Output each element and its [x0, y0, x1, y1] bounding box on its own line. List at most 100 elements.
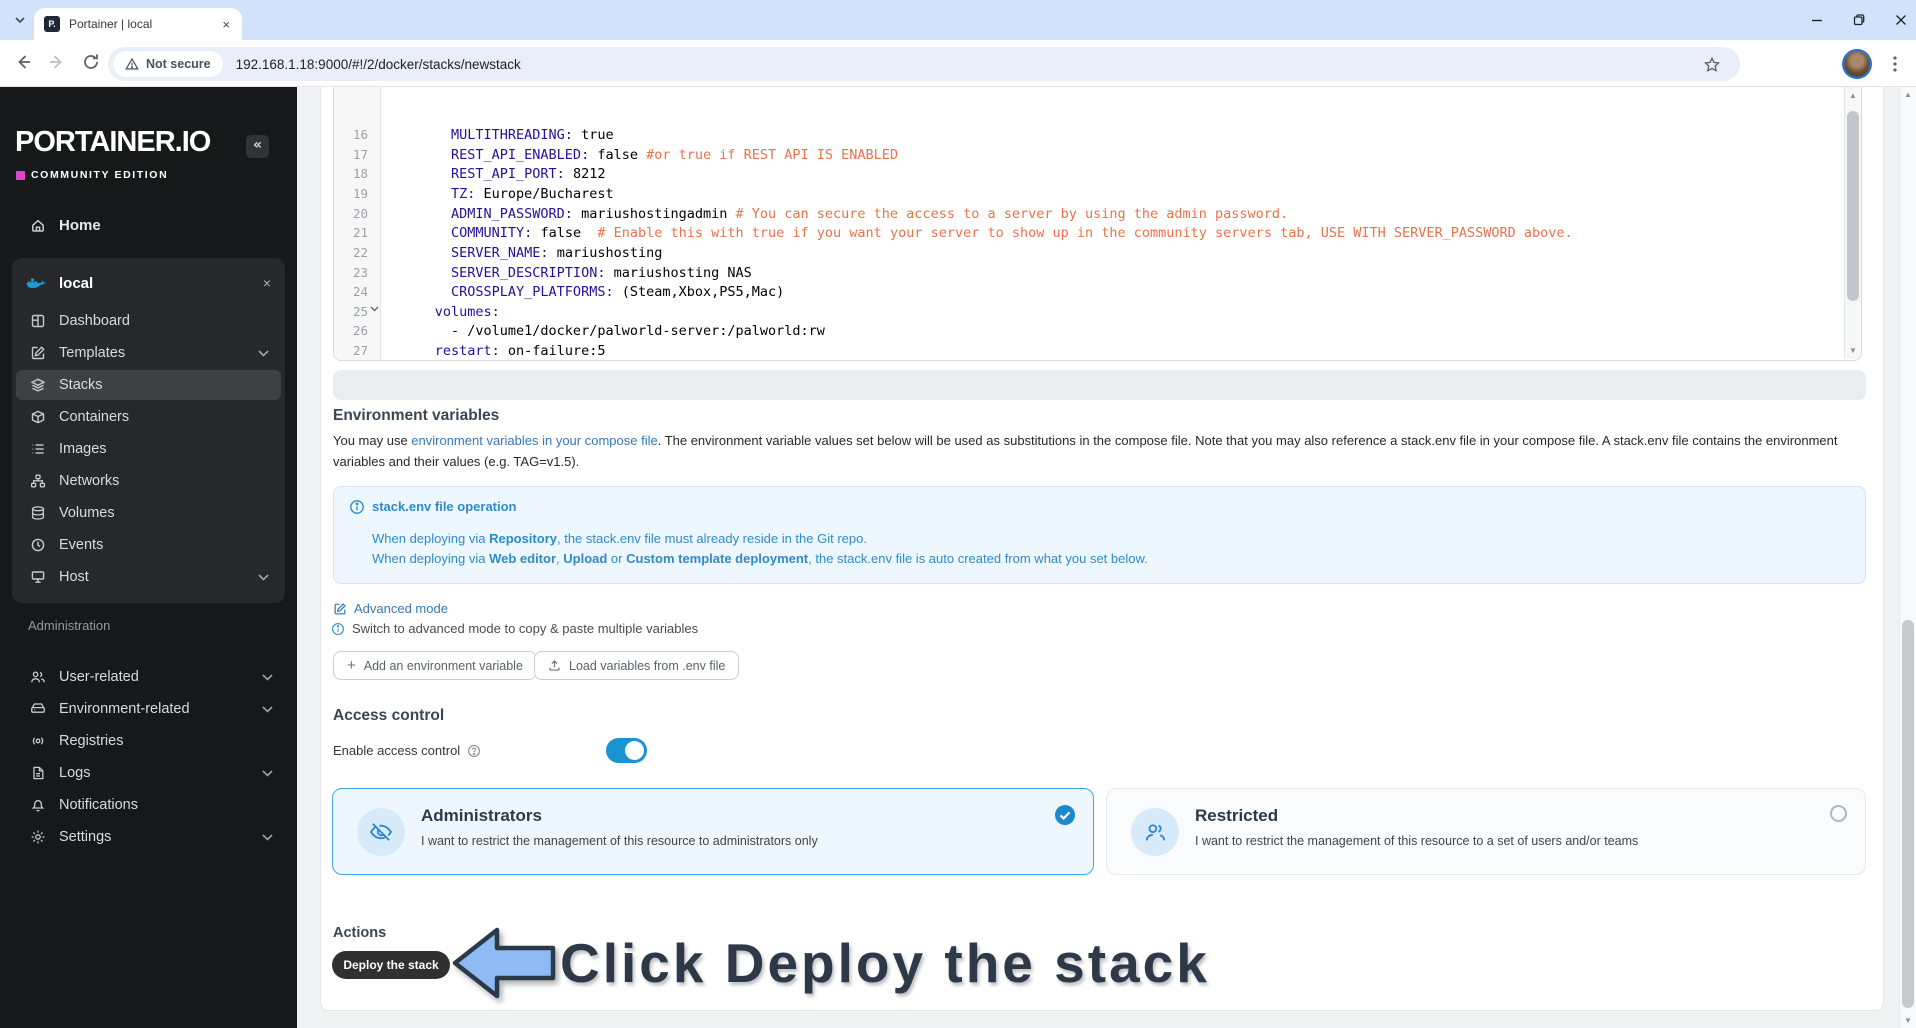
networks-icon [30, 473, 46, 489]
administration-section-label: Administration [28, 618, 111, 633]
users-group-icon [1131, 808, 1179, 856]
upload-icon [548, 659, 561, 672]
host-icon [30, 569, 46, 585]
templates-icon [30, 345, 46, 361]
sidebar-item-containers[interactable]: Containers [16, 402, 281, 432]
editor-scroll-thumb[interactable] [1847, 111, 1859, 301]
chevron-down-icon [262, 833, 273, 841]
access-control-toggle[interactable] [606, 738, 647, 763]
chevron-down-icon [258, 573, 269, 581]
portainer-favicon-icon: P. [44, 16, 60, 32]
scroll-up-icon[interactable]: ▲ [1900, 90, 1916, 99]
sidebar-item-templates[interactable]: Templates [16, 338, 281, 368]
close-window-icon[interactable] [1894, 13, 1908, 27]
environment-menu: local × Dashboard Templates Stacks Conta… [12, 258, 285, 603]
tab-close-icon[interactable]: × [220, 17, 232, 32]
edit-pencil-icon [333, 602, 347, 616]
help-circle-icon [467, 744, 481, 758]
docker-whale-icon [26, 275, 46, 291]
page-scroll-thumb[interactable] [1902, 620, 1914, 1008]
browser-tab[interactable]: P. Portainer | local × [34, 8, 242, 40]
hard-drive-icon [30, 701, 46, 717]
load-env-file-button[interactable]: Load variables from .env file [534, 651, 740, 680]
sidebar-item-dashboard[interactable]: Dashboard [16, 306, 281, 336]
home-icon [30, 217, 46, 233]
radio-icon [30, 733, 46, 749]
radio-unchecked-icon[interactable] [1830, 805, 1847, 822]
environment-name: local [59, 274, 94, 292]
web-editor[interactable]: 16 MULTITHREADING: true 17 REST_API_ENAB… [333, 87, 1862, 361]
environment-close-icon[interactable]: × [263, 275, 271, 291]
containers-icon [30, 409, 46, 425]
gear-icon [30, 829, 46, 845]
env-variables-title: Environment variables [333, 407, 500, 424]
scroll-up-icon[interactable]: ▲ [1845, 91, 1861, 100]
minimize-icon[interactable] [1810, 13, 1824, 27]
editor-scrollbar[interactable]: ▲ ▼ [1844, 87, 1861, 359]
editor-footer-strip [333, 370, 1866, 400]
scroll-down-icon[interactable]: ▼ [1900, 1016, 1916, 1025]
events-icon [30, 537, 46, 553]
sidebar-collapse-button[interactable]: « [246, 135, 269, 158]
sidebar-item-networks[interactable]: Networks [16, 466, 281, 496]
compose-env-vars-link[interactable]: environment variables in your compose fi… [411, 433, 657, 448]
file-text-icon [30, 765, 46, 781]
access-control-title: Access control [333, 707, 445, 724]
check-circle-icon [1054, 804, 1076, 826]
advanced-mode-hint: Switch to advanced mode to copy & paste … [331, 621, 698, 636]
url-bar[interactable]: Not secure 192.168.1.18:9000/#!/2/docker… [108, 47, 1740, 81]
stacks-icon [30, 377, 46, 393]
reload-icon[interactable] [80, 51, 104, 75]
sidebar-item-environment-related[interactable]: Environment-related [12, 694, 285, 724]
sidebar-item-registries[interactable]: Registries [12, 726, 285, 756]
forward-icon[interactable] [46, 51, 70, 75]
sidebar: PORTAINER.IO COMMUNITY EDITION « Home lo… [0, 87, 297, 1028]
enable-access-control-label: Enable access control [333, 743, 481, 758]
back-icon[interactable] [12, 51, 36, 75]
add-env-variable-button[interactable]: + Add an environment variable [333, 651, 537, 680]
annotation-text: Click Deploy the stack [560, 932, 1210, 994]
info-circle-icon [349, 499, 365, 515]
tab-search-icon[interactable] [13, 13, 27, 27]
advanced-mode-link[interactable]: Advanced mode [333, 601, 448, 616]
restore-icon[interactable] [1852, 13, 1866, 27]
chevron-down-icon [262, 673, 273, 681]
deploy-stack-button[interactable]: Deploy the stack [332, 951, 450, 979]
app-viewport: PORTAINER.IO COMMUNITY EDITION « Home lo… [0, 87, 1916, 1028]
profile-avatar[interactable] [1844, 51, 1870, 77]
users-icon [30, 669, 46, 685]
browser-titlebar: P. Portainer | local × [0, 0, 1916, 40]
sidebar-item-stacks[interactable]: Stacks [16, 370, 281, 400]
tab-title: Portainer | local [69, 17, 153, 31]
stackenv-infobox: stack.env file operation When deploying … [333, 486, 1866, 584]
sidebar-item-volumes[interactable]: Volumes [16, 498, 281, 528]
sidebar-item-home[interactable]: Home [16, 210, 281, 240]
infobox-line1: When deploying via Repository, the stack… [372, 531, 867, 546]
sidebar-item-host[interactable]: Host [16, 562, 281, 592]
environment-header[interactable]: local × [12, 266, 285, 300]
browser-menu-icon[interactable] [1886, 54, 1904, 74]
access-option-restricted[interactable]: Restricted I want to restrict the manage… [1106, 788, 1866, 875]
warning-icon [125, 57, 139, 70]
scroll-down-icon[interactable]: ▼ [1845, 346, 1861, 355]
screen: P. Portainer | local × Not secure 192.16… [0, 0, 1916, 1028]
infobox-line2: When deploying via Web editor, Upload or… [372, 551, 1148, 566]
bookmark-star-icon[interactable] [1703, 56, 1721, 74]
sidebar-item-logs[interactable]: Logs [12, 758, 285, 788]
site-security-chip[interactable]: Not secure [113, 51, 223, 77]
plus-icon: + [347, 657, 356, 674]
sidebar-item-settings[interactable]: Settings [12, 822, 285, 852]
sidebar-item-events[interactable]: Events [16, 530, 281, 560]
fold-caret-icon[interactable] [370, 306, 379, 312]
access-option-administrators[interactable]: Administrators I want to restrict the ma… [332, 788, 1094, 875]
sidebar-item-notifications[interactable]: Notifications [12, 790, 285, 820]
page-scrollbar[interactable]: ▲ ▼ [1899, 87, 1916, 1028]
chevron-down-icon [262, 705, 273, 713]
portainer-logo: PORTAINER.IO [15, 126, 211, 158]
sidebar-item-images[interactable]: Images [16, 434, 281, 464]
browser-toolbar: Not secure 192.168.1.18:9000/#!/2/docker… [0, 40, 1916, 87]
actions-title: Actions [333, 925, 387, 941]
chevron-down-icon [258, 349, 269, 357]
annotation-arrow-icon [451, 925, 557, 1002]
sidebar-item-user-related[interactable]: User-related [12, 662, 285, 692]
